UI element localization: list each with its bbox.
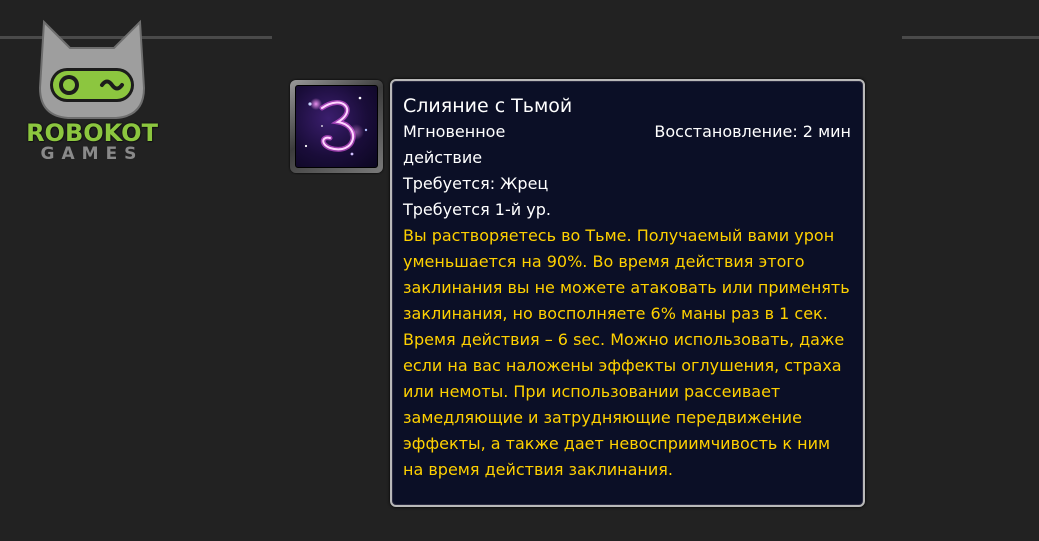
spell-icon-frame[interactable] (290, 80, 383, 173)
spell-title: Слияние с Тьмой (403, 95, 573, 117)
spell-requires-level: Требуется 1-й ур. (403, 200, 551, 219)
logo-wordmark-primary: ROBOKOT (26, 119, 158, 147)
logo-wordmark-secondary: GAMES (40, 144, 144, 164)
spell-requires-class: Требуется: Жрец (403, 174, 549, 193)
robokot-games-logo: ROBOKOT GAMES (22, 18, 167, 168)
robot-cat-head-icon (38, 19, 146, 119)
spell-description: Вы растворяетесь во Тьме. Получаемый вам… (403, 226, 850, 479)
spell-cooldown: Восстановление: 2 мин (654, 122, 851, 141)
shadow-swirl-icon (295, 85, 378, 168)
spell-cast-type: Мгновенное действие (403, 122, 506, 167)
spell-cast-row: Мгновенное действие Восстановление: 2 ми… (403, 119, 851, 171)
spell-tooltip: Слияние с Тьмой Мгновенное действие Восс… (390, 79, 865, 507)
top-divider-right (902, 36, 1039, 39)
